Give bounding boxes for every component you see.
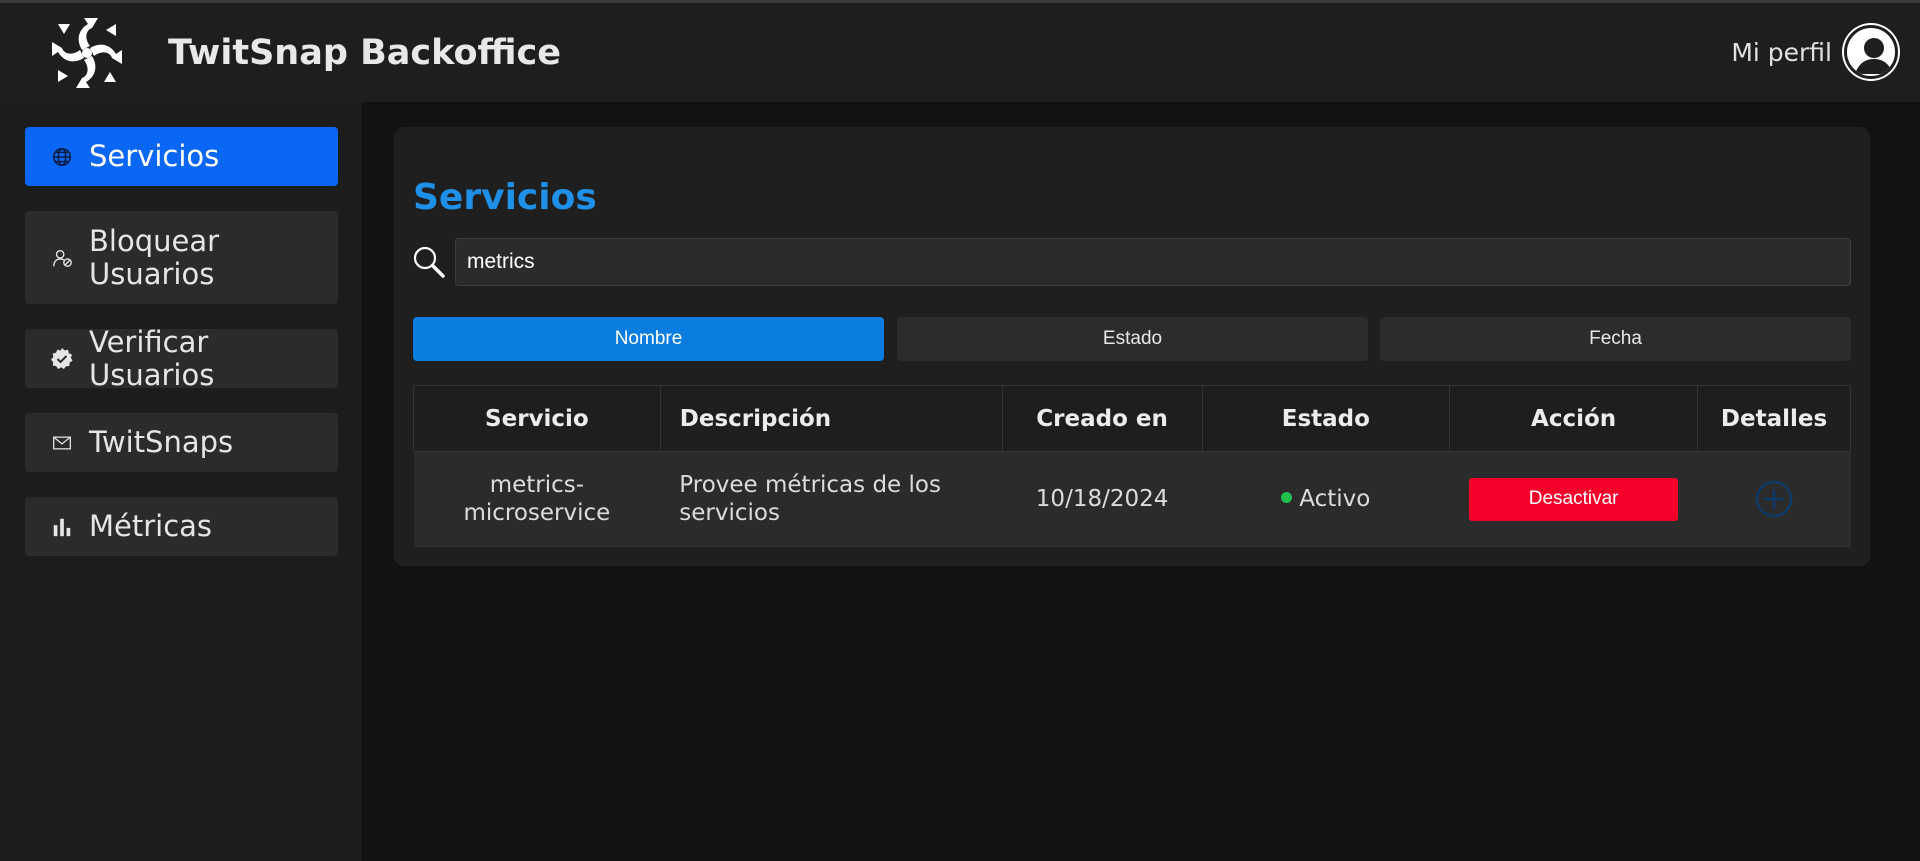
status-active-dot (1281, 492, 1293, 503)
column-header-descripcion: Descripción (659, 385, 1003, 452)
twitsnap-logo-icon (52, 18, 122, 88)
sidebar-item-label: Verificar Usuarios (89, 324, 215, 392)
sidebar: Servicios Bloquear Usuarios Verificar Us… (0, 102, 362, 861)
sidebar-item-metricas[interactable]: Métricas (25, 497, 338, 556)
service-description-cell: Provee métricas de los servicios (660, 451, 1003, 547)
details-cell (1697, 451, 1851, 547)
column-header-accion: Acción (1449, 385, 1699, 452)
service-name: metrics-microservice (463, 472, 611, 526)
plus-circle-icon[interactable] (1754, 479, 1794, 519)
bar-chart-icon (49, 514, 75, 540)
deactivate-button[interactable]: Desactivar (1469, 477, 1679, 521)
sidebar-item-twitsnaps[interactable]: TwitSnaps (25, 413, 338, 472)
service-description: Provee métricas de los servicios (679, 472, 941, 526)
column-header-servicio: Servicio (413, 385, 661, 452)
app-title: TwitSnap Backoffice (168, 33, 562, 73)
sidebar-item-label: Métricas (89, 509, 213, 543)
sidebar-item-label: TwitSnaps (89, 425, 234, 459)
app-header: TwitSnap Backoffice Mi perfil (0, 3, 1920, 102)
services-table: Servicio Descripción Creado en Estado Ac… (413, 385, 1851, 547)
status-badge: Activo (1299, 486, 1371, 512)
profile-menu[interactable]: Mi perfil (1731, 24, 1898, 80)
profile-label: Mi perfil (1731, 37, 1832, 67)
created-date-cell: 10/18/2024 (1002, 451, 1203, 547)
column-header-detalles: Detalles (1697, 385, 1851, 452)
column-header-estado: Estado (1201, 385, 1451, 452)
sort-by-estado-button[interactable]: Estado (897, 317, 1368, 361)
avatar[interactable] (1844, 25, 1898, 79)
verified-badge-icon (49, 346, 75, 372)
envelope-icon (49, 430, 75, 456)
sidebar-item-servicios[interactable]: Servicios (25, 127, 338, 186)
page-title: Servicios (413, 177, 597, 218)
sort-by-nombre-button[interactable]: Nombre (413, 317, 884, 361)
column-header-creado-en: Creado en (1001, 385, 1203, 452)
action-cell: Desactivar (1449, 451, 1698, 547)
table-header-row: Servicio Descripción Creado en Estado Ac… (413, 385, 1851, 452)
table-row: metrics-microservice Provee métricas de … (413, 451, 1851, 547)
search-input[interactable] (455, 238, 1851, 286)
sort-by-fecha-button[interactable]: Fecha (1380, 317, 1851, 361)
user-avatar-icon (1855, 38, 1893, 74)
sidebar-item-verificar-usuarios[interactable]: Verificar Usuarios (25, 325, 338, 391)
sidebar-item-label: Servicios (89, 139, 220, 173)
search-icon (413, 246, 445, 278)
sidebar-item-label: Bloquear Usuarios (89, 223, 220, 291)
status-cell: Activo (1202, 451, 1450, 547)
services-panel: Servicios Nombre Estado Fecha Servicio D… (394, 127, 1870, 566)
sidebar-item-bloquear-usuarios[interactable]: Bloquear Usuarios (25, 211, 338, 304)
user-block-icon (49, 245, 75, 271)
service-name-cell: metrics-microservice (413, 451, 661, 547)
globe-icon (49, 144, 75, 170)
